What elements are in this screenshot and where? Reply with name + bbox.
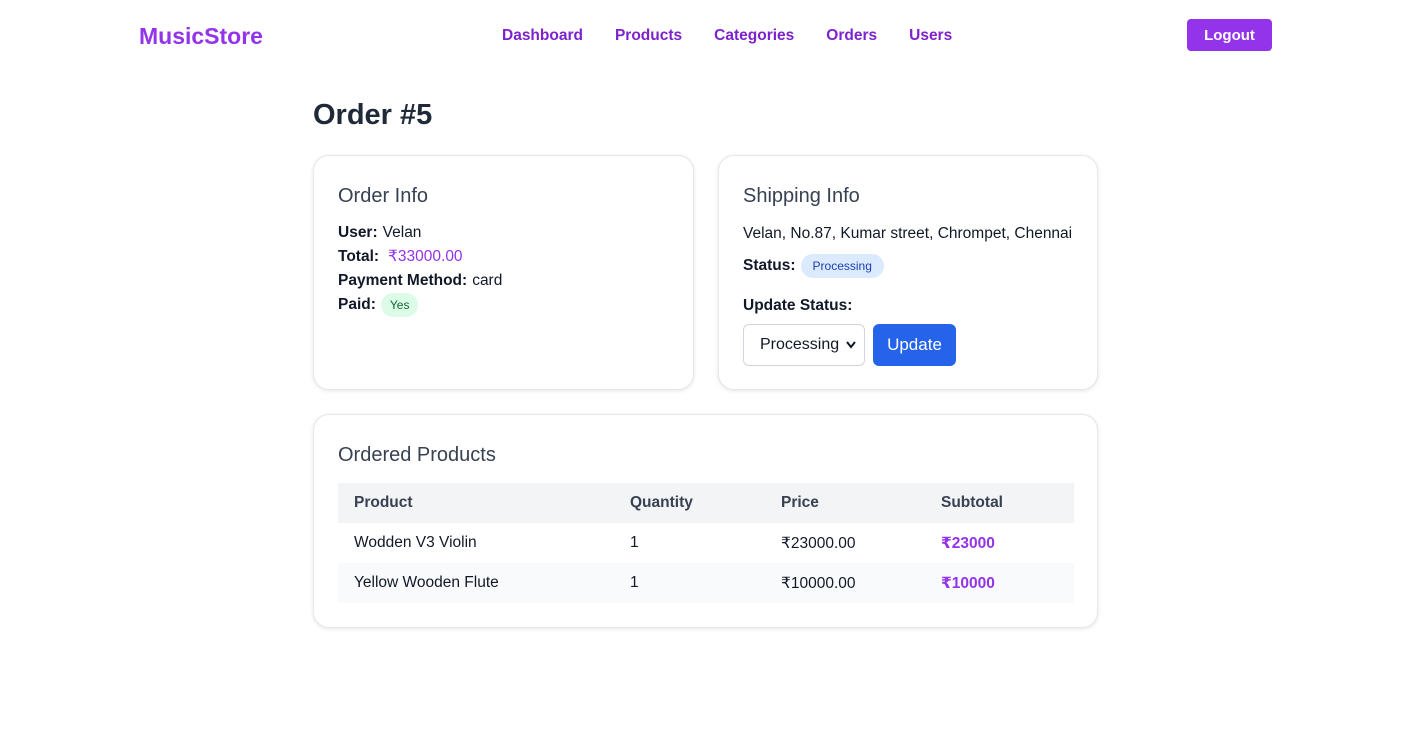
header-product: Product bbox=[354, 494, 413, 511]
ordered-products-title: Ordered Products bbox=[338, 444, 496, 466]
products-table: Product Quantity Price Subtotal Wodden V… bbox=[338, 483, 1074, 603]
payment-value: card bbox=[472, 272, 503, 289]
total-value: ₹33000.00 bbox=[388, 248, 463, 265]
table-header-row: Product Quantity Price Subtotal bbox=[338, 483, 1074, 523]
nav-link-dashboard[interactable]: Dashboard bbox=[502, 26, 583, 46]
ordered-products-card: Ordered Products Product Quantity Price … bbox=[313, 414, 1098, 628]
user-value: Velan bbox=[382, 224, 422, 241]
cell-subtotal: ₹10000 bbox=[941, 574, 995, 592]
status-select-value: Processing bbox=[760, 336, 840, 353]
total-label: Total: bbox=[338, 248, 380, 265]
status-row: Status: Processing bbox=[743, 254, 884, 278]
cell-quantity: 1 bbox=[630, 534, 639, 551]
nav-link-users[interactable]: Users bbox=[909, 26, 952, 46]
nav-link-orders[interactable]: Orders bbox=[826, 26, 877, 46]
cell-product: Yellow Wooden Flute bbox=[354, 574, 499, 591]
chevron-down-icon bbox=[846, 341, 856, 349]
shipping-address: Velan, No.87, Kumar street, Chrompet, Ch… bbox=[743, 225, 1073, 242]
status-select[interactable]: Processing bbox=[743, 324, 865, 366]
table-row: Yellow Wooden Flute 1 ₹10000.00 ₹10000 bbox=[338, 563, 1074, 603]
paid-badge: Yes bbox=[380, 293, 419, 317]
logout-button[interactable]: Logout bbox=[1187, 19, 1272, 51]
navbar: MusicStore Dashboard Products Categories… bbox=[0, 0, 1402, 72]
cell-subtotal: ₹23000 bbox=[941, 534, 995, 552]
header-price: Price bbox=[781, 494, 819, 511]
cell-product: Wodden V3 Violin bbox=[354, 534, 477, 551]
payment-row: Payment Method: card bbox=[338, 271, 502, 291]
update-status-label: Update Status: bbox=[743, 297, 853, 314]
shipping-info-title: Shipping Info bbox=[743, 185, 860, 207]
update-button[interactable]: Update bbox=[873, 324, 956, 366]
nav-link-categories[interactable]: Categories bbox=[714, 26, 794, 46]
status-label: Status: bbox=[743, 257, 796, 274]
total-row: Total: ₹33000.00 bbox=[338, 247, 463, 267]
order-info-title: Order Info bbox=[338, 185, 429, 207]
user-label: User: bbox=[338, 224, 378, 241]
cell-price: ₹23000.00 bbox=[781, 534, 856, 552]
user-row: User: Velan bbox=[338, 223, 421, 243]
cell-price: ₹10000.00 bbox=[781, 574, 856, 592]
paid-row: Paid: Yes bbox=[338, 293, 419, 317]
cell-quantity: 1 bbox=[630, 574, 639, 591]
page-title: Order #5 bbox=[313, 99, 433, 131]
header-quantity: Quantity bbox=[630, 494, 693, 511]
shipping-info-card: Shipping Info Velan, No.87, Kumar street… bbox=[718, 155, 1098, 390]
table-row: Wodden V3 Violin 1 ₹23000.00 ₹23000 bbox=[338, 523, 1074, 563]
order-info-card: Order Info User: Velan Total: ₹33000.00 … bbox=[313, 155, 694, 390]
paid-label: Paid: bbox=[338, 296, 376, 313]
brand-logo[interactable]: MusicStore bbox=[139, 22, 263, 50]
header-subtotal: Subtotal bbox=[941, 494, 1003, 511]
nav-link-products[interactable]: Products bbox=[615, 26, 682, 46]
status-badge: Processing bbox=[800, 254, 884, 278]
nav-links: Dashboard Products Categories Orders Use… bbox=[502, 26, 952, 46]
payment-label: Payment Method: bbox=[338, 272, 468, 289]
